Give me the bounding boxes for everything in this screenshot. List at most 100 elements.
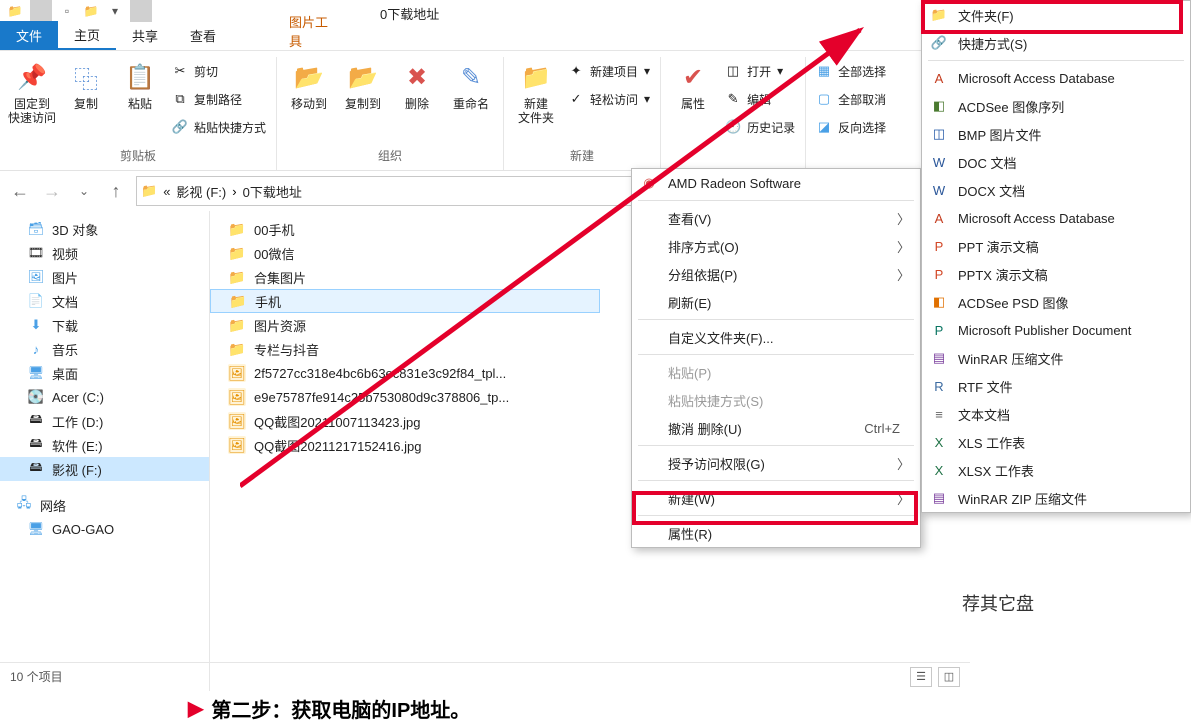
file-item[interactable]: 📁专栏与抖音	[210, 337, 600, 361]
context-menu-item[interactable]: 📁文件夹(F)	[922, 1, 1190, 29]
file-item[interactable]: 📁手机	[210, 289, 600, 313]
context-menu-item[interactable]: 自定义文件夹(F)...	[632, 323, 920, 351]
history-button[interactable]: 🕘历史记录	[721, 115, 799, 139]
new-folder-button[interactable]: 📁新建 文件夹	[510, 57, 562, 125]
file-name: 2f5727cc318e4bc6b63ec831e3c92f84_tpl...	[254, 366, 506, 381]
up-button[interactable]: ↑	[104, 181, 128, 202]
nav-network[interactable]: 🖧网络	[0, 493, 209, 517]
context-menu-item[interactable]: 排序方式(O)〉	[632, 232, 920, 260]
copyto-icon: 📂	[347, 61, 379, 93]
view-details-button[interactable]: ☰	[910, 667, 932, 687]
view-thumbnails-button[interactable]: ◫	[938, 667, 960, 687]
context-menu-item[interactable]: ◧ACDSee PSD 图像	[922, 288, 1190, 316]
filetype-icon: ▤	[930, 350, 948, 366]
file-name: e9e75787fe914c25b753080d9c378806_tp...	[254, 390, 509, 405]
file-item[interactable]: 🖼QQ截图20211217152416.jpg	[210, 433, 600, 457]
context-menu-item[interactable]: WDOC 文档	[922, 148, 1190, 176]
tab-file[interactable]: 文件	[0, 21, 58, 50]
context-menu-item[interactable]: AMicrosoft Access Database	[922, 64, 1190, 92]
invert-selection-button[interactable]: ◪反向选择	[812, 115, 890, 139]
tab-home[interactable]: 主页	[58, 21, 116, 50]
nav-drive-f[interactable]: 🖴影视 (F:)	[0, 457, 209, 481]
file-item[interactable]: 🖼e9e75787fe914c25b753080d9c378806_tp...	[210, 385, 600, 409]
nav-videos[interactable]: 🎞视频	[0, 241, 209, 265]
context-menu-item[interactable]: PMicrosoft Publisher Document	[922, 316, 1190, 344]
moveto-button[interactable]: 📂移动到	[283, 57, 335, 111]
select-all-button[interactable]: ▦全部选择	[812, 59, 890, 83]
folder-icon: 📁	[80, 0, 102, 22]
qat-properties-icon[interactable]: ▫	[56, 0, 78, 22]
tab-view[interactable]: 查看	[174, 21, 232, 50]
paste-shortcut-button[interactable]: 🔗粘贴快捷方式	[168, 115, 270, 139]
nav-drive-e[interactable]: 🖴软件 (E:)	[0, 433, 209, 457]
context-menu-item[interactable]: 新建(W)〉	[632, 484, 920, 512]
copy-path-button[interactable]: ⧉复制路径	[168, 87, 270, 111]
properties-button[interactable]: ✔属性	[667, 57, 719, 111]
context-menu-item[interactable]: 分组依据(P)〉	[632, 260, 920, 288]
context-menu-item[interactable]: 刷新(E)	[632, 288, 920, 316]
context-menu-item[interactable]: 查看(V)〉	[632, 204, 920, 232]
file-item[interactable]: 📁00手机	[210, 217, 600, 241]
navigation-pane[interactable]: 🗃3D 对象 🎞视频 🖼图片 📄文档 ⬇下载 ♪音乐 🖥桌面 💽Acer (C:…	[0, 211, 210, 691]
open-button[interactable]: ◫打开 ▾	[721, 59, 799, 83]
context-menu-item[interactable]: ◧ACDSee 图像序列	[922, 92, 1190, 120]
back-button[interactable]: ←	[8, 181, 32, 202]
context-menu-item[interactable]: WDOCX 文档	[922, 176, 1190, 204]
nav-downloads[interactable]: ⬇下载	[0, 313, 209, 337]
nav-desktop[interactable]: 🖥桌面	[0, 361, 209, 385]
qat-dropdown-icon[interactable]: ▾	[104, 0, 126, 22]
nav-drive-d[interactable]: 🖴工作 (D:)	[0, 409, 209, 433]
context-menu-item[interactable]: XXLSX 工作表	[922, 456, 1190, 484]
network-icon: 🖧	[16, 497, 32, 513]
copy-button[interactable]: ⿻ 复制	[60, 57, 112, 111]
tab-share[interactable]: 共享	[116, 21, 174, 50]
nav-documents[interactable]: 📄文档	[0, 289, 209, 313]
cut-button[interactable]: ✂剪切	[168, 59, 270, 83]
context-menu-item[interactable]: RRTF 文件	[922, 372, 1190, 400]
edit-icon: ✎	[725, 91, 741, 107]
context-menu-item[interactable]: PPPTX 演示文稿	[922, 260, 1190, 288]
selectnone-icon: ▢	[816, 91, 832, 107]
recent-dropdown[interactable]: ⌄	[72, 184, 96, 198]
forward-button[interactable]: →	[40, 181, 64, 202]
context-menu-item[interactable]: 属性(R)	[632, 519, 920, 547]
context-menu-item[interactable]: XXLS 工作表	[922, 428, 1190, 456]
file-item[interactable]: 🖼2f5727cc318e4bc6b63ec831e3c92f84_tpl...	[210, 361, 600, 385]
new-item-button[interactable]: ✦新建项目 ▾	[564, 59, 654, 83]
context-menu-item[interactable]: ◫BMP 图片文件	[922, 120, 1190, 148]
context-menu-item[interactable]: PPPT 演示文稿	[922, 232, 1190, 260]
context-menu-item[interactable]: ◉AMD Radeon Software	[632, 169, 920, 197]
history-icon: 🕘	[725, 119, 741, 135]
group-clipboard-label: 剪贴板	[6, 145, 270, 166]
file-item[interactable]: 📁图片资源	[210, 313, 600, 337]
file-item[interactable]: 🖼QQ截图20211007113423.jpg	[210, 409, 600, 433]
tab-picture-tools[interactable]: 图片工具	[273, 12, 348, 50]
context-menu-item[interactable]: AMicrosoft Access Database	[922, 204, 1190, 232]
context-menu-item[interactable]: 撤消 删除(U)Ctrl+Z	[632, 414, 920, 442]
file-item[interactable]: 📁00微信	[210, 241, 600, 265]
select-none-button[interactable]: ▢全部取消	[812, 87, 890, 111]
nav-computer-gaogao[interactable]: 🖥GAO-GAO	[0, 517, 209, 541]
paste-button[interactable]: 📋 粘贴	[114, 57, 166, 111]
nav-pictures[interactable]: 🖼图片	[0, 265, 209, 289]
context-menu-item: 粘贴快捷方式(S)	[632, 386, 920, 414]
edit-button[interactable]: ✎编辑	[721, 87, 799, 111]
delete-button[interactable]: ✖删除	[391, 57, 443, 111]
address-bar[interactable]: 📁 « 影视 (F:) › 0下载地址 ⌄	[136, 176, 667, 206]
breadcrumb[interactable]: 影视 (F:)	[176, 182, 226, 201]
context-menu-item[interactable]: ▤WinRAR 压缩文件	[922, 344, 1190, 372]
folder-icon: 📁	[228, 316, 246, 334]
nav-music[interactable]: ♪音乐	[0, 337, 209, 361]
context-menu-item[interactable]: 🔗快捷方式(S)	[922, 29, 1190, 57]
context-menu-item[interactable]: ≡文本文档	[922, 400, 1190, 428]
nav-drive-c[interactable]: 💽Acer (C:)	[0, 385, 209, 409]
easy-access-button[interactable]: ✓轻松访问 ▾	[564, 87, 654, 111]
breadcrumb[interactable]: 0下载地址	[243, 182, 302, 201]
context-menu-item[interactable]: ▤WinRAR ZIP 压缩文件	[922, 484, 1190, 512]
nav-3d-objects[interactable]: 🗃3D 对象	[0, 217, 209, 241]
context-menu-item[interactable]: 授予访问权限(G)〉	[632, 449, 920, 477]
pin-to-quickaccess-button[interactable]: 📌 固定到 快速访问	[6, 57, 58, 125]
rename-button[interactable]: ✎重命名	[445, 57, 497, 111]
copyto-button[interactable]: 📂复制到	[337, 57, 389, 111]
file-item[interactable]: 📁合集图片	[210, 265, 600, 289]
